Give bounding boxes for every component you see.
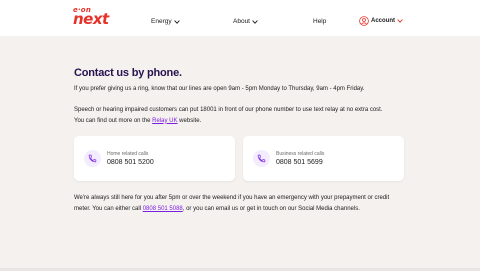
account-menu[interactable]: Account	[359, 16, 403, 26]
emergency-paragraph: We're always still here for you after 5p…	[74, 193, 389, 214]
nav-help[interactable]: Help	[313, 18, 326, 25]
home-calls-card: Home related calls 0808 501 5200	[74, 136, 235, 181]
text-relay-paragraph: Speech or hearing impaired customers can…	[74, 105, 383, 126]
page-title: Contact us by phone.	[74, 67, 182, 79]
account-label: Account	[371, 18, 395, 24]
emergency-contact-line: meter. You can either call 0808 501 5088…	[74, 205, 360, 212]
business-calls-label: Business related calls	[276, 151, 325, 157]
chevron-down-icon	[173, 19, 180, 24]
site-header: e·on next Energy About Help Account	[0, 0, 480, 36]
text-relay-line: Speech or hearing impaired customers can…	[74, 107, 383, 113]
phone-icon	[253, 150, 270, 167]
business-calls-number[interactable]: 0808 501 5699	[276, 159, 323, 166]
phone-icon	[84, 150, 101, 167]
home-calls-number[interactable]: 0808 501 5200	[107, 159, 154, 166]
nav-help-label: Help	[313, 18, 327, 25]
nav-energy-label: Energy	[151, 18, 172, 25]
business-calls-card: Business related calls 0808 501 5699	[243, 136, 404, 181]
logo-next-text: next	[73, 10, 109, 28]
relay-info-line: You can find out more on the Relay UK we…	[74, 117, 202, 124]
user-icon	[359, 16, 369, 26]
nav-energy[interactable]: Energy	[151, 18, 180, 25]
eon-next-logo[interactable]: e·on next	[73, 6, 117, 28]
opening-hours-text: If you prefer giving us a ring, know tha…	[74, 86, 365, 92]
nav-about[interactable]: About	[233, 18, 258, 25]
home-calls-label: Home related calls	[107, 151, 149, 157]
emergency-line: We're always still here for you after 5p…	[74, 195, 390, 201]
nav-about-label: About	[233, 18, 250, 25]
relay-uk-link[interactable]: Relay UK	[152, 118, 177, 124]
chevron-down-icon	[252, 19, 258, 24]
emergency-phone-link[interactable]: 0808 501 5088	[143, 206, 183, 212]
chevron-down-icon	[397, 19, 403, 23]
